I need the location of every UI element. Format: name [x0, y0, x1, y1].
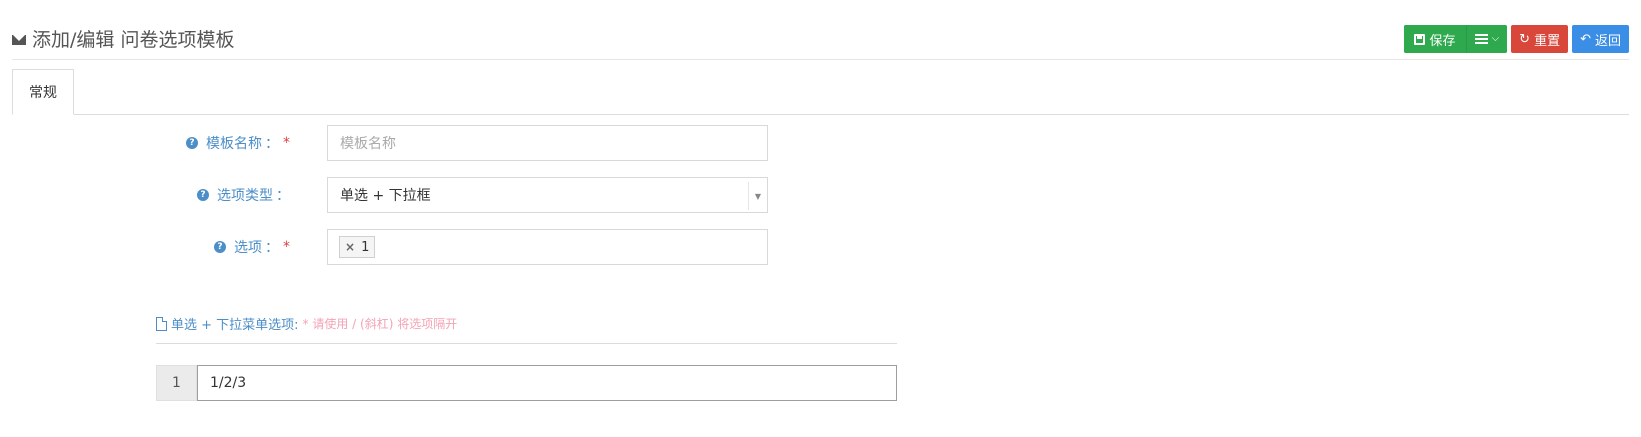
list-icon: [1474, 34, 1488, 44]
tab-bar: 常规: [12, 69, 1629, 115]
help-icon[interactable]: ?: [186, 137, 198, 149]
remove-tag-icon[interactable]: ×: [345, 240, 355, 254]
option-entry-row: 1 1/2/3: [156, 365, 897, 401]
tab-general[interactable]: 常规: [12, 69, 74, 115]
tab-general-label: 常规: [29, 85, 57, 101]
template-name-input[interactable]: 模板名称: [327, 125, 768, 161]
option-row-input[interactable]: 1/2/3: [197, 365, 897, 401]
save-options-dropdown-button[interactable]: ⌵: [1465, 25, 1508, 53]
reset-button[interactable]: ↻ 重置: [1511, 25, 1569, 53]
caret-down-icon[interactable]: ▼: [748, 182, 767, 210]
option-type-label-text: 选项类型: [217, 188, 273, 204]
section-hint: * 请使用 / (斜杠) 将选项隔开: [302, 317, 458, 331]
template-name-label-text: 模板名称: [206, 136, 262, 152]
form-row-template-name: ? 模板名称 ： * 模板名称: [0, 125, 800, 161]
save-button-label: 保存: [1429, 33, 1456, 49]
option-type-select[interactable]: 单选 + 下拉框 ▼: [327, 177, 768, 213]
help-icon[interactable]: ?: [197, 189, 209, 201]
page-title: 添加/编辑 问卷选项模板: [12, 25, 234, 52]
option-type-label: ? 选项类型 ：: [197, 177, 290, 213]
options-label: ? 选项 ： *: [214, 229, 290, 265]
template-name-label: ? 模板名称 ： *: [186, 125, 290, 161]
label-colon: ：: [265, 240, 279, 256]
required-marker: *: [283, 239, 290, 255]
option-row-index: 1: [156, 365, 197, 401]
options-section-header: 单选 + 下拉菜单选项: * 请使用 / (斜杠) 将选项隔开: [156, 312, 897, 344]
refresh-icon: ↻: [1519, 31, 1531, 47]
options-tag-input[interactable]: × 1: [327, 229, 768, 265]
file-icon: [156, 316, 167, 331]
envelope-icon: [12, 34, 26, 45]
section-title-text: 单选 + 下拉菜单选项:: [171, 318, 299, 333]
chevron-down-icon: ⌵: [1491, 33, 1500, 44]
toolbar: 保存 ⌵ ↻ 重置 ↶ 返回: [1403, 25, 1629, 53]
save-button[interactable]: 保存: [1403, 25, 1466, 53]
back-button[interactable]: ↶ 返回: [1572, 25, 1629, 53]
back-button-label: 返回: [1594, 33, 1621, 49]
page-title-text: 添加/编辑 问卷选项模板: [32, 29, 235, 51]
option-type-selected-value: 单选 + 下拉框: [340, 188, 431, 204]
options-label-text: 选项: [234, 240, 262, 256]
reset-button-label: 重置: [1534, 33, 1561, 49]
help-icon[interactable]: ?: [214, 241, 226, 253]
option-tag: × 1: [339, 236, 376, 258]
section-title: 单选 + 下拉菜单选项: * 请使用 / (斜杠) 将选项隔开: [156, 314, 457, 333]
save-button-group: 保存 ⌵: [1403, 25, 1508, 53]
label-colon: ：: [276, 188, 290, 204]
option-tag-label: 1: [361, 239, 370, 255]
form-row-options: ? 选项 ： * × 1: [0, 229, 800, 265]
page-header: 添加/编辑 问卷选项模板 保存 ⌵ ↻ 重置 ↶ 返回: [12, 0, 1629, 60]
required-marker: *: [283, 135, 290, 151]
reply-arrow-icon: ↶: [1580, 31, 1591, 47]
label-colon: ：: [265, 136, 279, 152]
form-row-option-type: ? 选项类型 ： 单选 + 下拉框 ▼: [0, 177, 800, 213]
floppy-disk-icon: [1413, 33, 1425, 45]
